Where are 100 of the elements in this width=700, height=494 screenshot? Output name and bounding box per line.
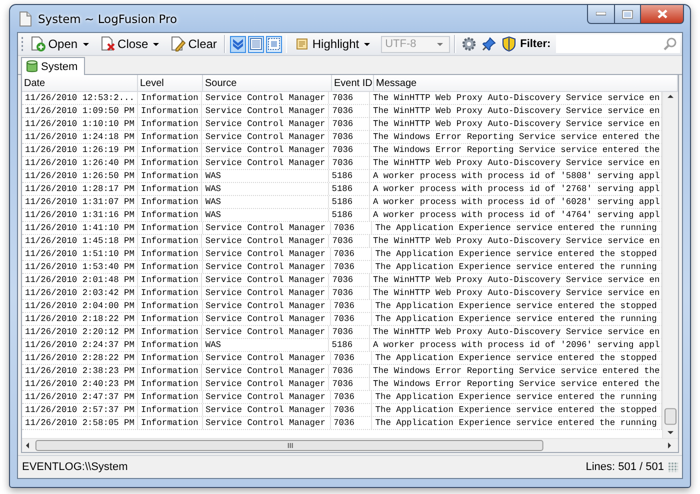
table-cell: Service Control Manager [202,404,331,416]
table-cell: WAS [202,209,329,221]
table-cell: 7036 [330,352,372,364]
table-cell: Information [138,92,202,104]
database-icon [26,60,38,73]
table-cell: 11/26/2010 1:26:50 PM [22,170,138,182]
table-cell: Information [138,417,203,429]
table-cell: 7036 [330,313,372,325]
maximize-icon [622,10,633,18]
table-cell: Service Control Manager [202,326,330,338]
document-icon [18,10,32,26]
table-cell: 11/26/2010 2:40:23 PM [22,378,138,390]
list-view-toggle[interactable] [248,36,264,52]
table-cell: Information [138,300,203,312]
table-cell: Information [138,157,202,169]
filter-field[interactable] [556,35,680,53]
table-cell: Service Control Manager [202,222,331,234]
table-cell: WAS [202,196,329,208]
column-header[interactable]: Event ID [332,75,374,91]
maximize-button[interactable] [615,5,641,24]
table-cell: 7036 [329,287,370,299]
table-cell: 11/26/2010 2:24:37 PM [22,339,138,351]
table-cell: 11/26/2010 2:57:37 PM [22,404,138,416]
table-cell: 11/26/2010 1:31:16 PM [22,209,138,221]
table-cell: 11/26/2010 1:26:19 PM [22,144,138,156]
resize-grip[interactable] [668,462,678,472]
table-cell: 11/26/2010 1:53:40 PM [22,261,138,273]
table-cell: 7036 [329,326,370,338]
table-cell: Information [138,196,202,208]
search-icon[interactable] [663,37,678,51]
table-cell: 7036 [330,417,372,429]
column-header[interactable]: Source [203,75,332,91]
collapse-toggle[interactable] [230,36,246,52]
column-header[interactable]: Message [374,75,678,91]
open-button[interactable]: Open [27,34,95,54]
table-cell: Service Control Manager [202,248,331,260]
filter-label: Filter: [520,38,551,50]
minimize-icon [596,12,606,16]
table-cell: Information [138,404,203,416]
table-cell: 11/26/2010 1:31:07 PM [22,196,138,208]
table-cell: 11/26/2010 2:58:05 PM [22,417,138,429]
table-cell: 7036 [330,391,372,403]
close-file-button[interactable]: Close [96,34,166,54]
table-cell: Information [138,352,203,364]
table-cell: Information [138,365,202,377]
table-cell: 11/26/2010 2:04:00 PM [22,300,138,312]
table-cell: 7036 [329,235,370,247]
table-cell: Service Control Manager [202,131,330,143]
table-cell: Information [138,326,202,338]
close-button[interactable] [641,5,684,24]
document-add-icon [30,36,46,52]
table-cell: Service Control Manager [202,300,331,312]
table-cell: 11/26/2010 2:38:23 PM [22,365,138,377]
status-text: EVENTLOG:\\System [22,461,128,473]
table-cell: 7036 [329,378,370,390]
table-cell: Service Control Manager [202,261,331,273]
table-cell: 7036 [330,222,372,234]
table-cell: Service Control Manager [202,417,331,429]
clear-button[interactable]: Clear [167,34,220,54]
table-cell: Service Control Manager [202,378,330,390]
table-cell: Information [138,313,203,325]
table-cell: WAS [202,183,329,195]
pin-icon[interactable] [481,36,498,52]
window-title: System ~ LogFusion Pro [38,12,178,26]
table-cell: 7036 [329,144,370,156]
table-cell: 7036 [329,365,370,377]
table-cell: Information [138,274,202,286]
select-toggle[interactable] [266,36,282,52]
table-cell: Information [138,339,202,351]
table-cell: Service Control Manager [202,118,330,130]
table-cell: WAS [202,170,329,182]
minimize-button[interactable] [587,5,615,24]
table-cell: 7036 [329,274,370,286]
highlight-button[interactable]: Highlight [291,34,376,54]
settings-icon[interactable] [461,36,478,52]
table-cell: 11/26/2010 1:41:10 PM [22,222,138,234]
table-cell: 11/26/2010 2:18:22 PM [22,313,138,325]
table-cell: Information [138,105,202,117]
table-cell: 7036 [329,131,370,143]
column-header[interactable]: Level [138,75,203,91]
table-cell: Service Control Manager [202,235,330,247]
column-header[interactable]: Date [22,75,138,91]
table-cell: Information [138,391,203,403]
table-cell: 5186 [328,170,370,182]
table-cell: Service Control Manager [202,157,330,169]
table-cell: 7036 [330,404,372,416]
tab[interactable]: System [21,57,85,75]
table-cell: Information [138,144,202,156]
document-remove-icon [100,36,116,52]
shield-icon[interactable] [501,36,518,52]
table-cell: Service Control Manager [202,92,330,104]
table-cell: Service Control Manager [202,287,330,299]
table-cell: 7036 [329,105,370,117]
table-cell: 7036 [329,157,370,169]
line-count: Lines: 501 / 501 [586,461,664,473]
table-cell: Information [138,209,202,221]
table-cell: Service Control Manager [202,144,330,156]
table-cell: 11/26/2010 1:24:18 PM [22,131,138,143]
table-cell: Information [138,170,202,182]
table-cell: 5186 [328,209,370,221]
